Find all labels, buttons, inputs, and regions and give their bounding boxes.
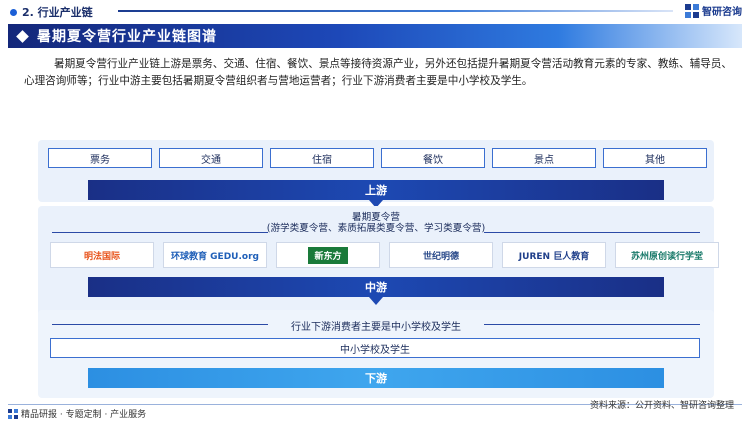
header-divider <box>118 10 673 12</box>
banner-title: 暑期夏令营行业产业链图谱 <box>37 29 217 45</box>
company-logo-mingde: 世纪明德 <box>389 242 493 268</box>
company-logo-duxing: 苏州原创读行学堂 <box>615 242 719 268</box>
logo-text: 新东方 <box>308 246 348 264</box>
downstream-bar: 下游 <box>88 368 664 388</box>
logo-text: 苏州原创读行学堂 <box>630 251 703 262</box>
section-title: 2. 行业产业链 <box>10 4 93 20</box>
upstream-item: 餐饮 <box>381 148 485 168</box>
brand-small-icon <box>8 408 18 419</box>
upstream-item: 其他 <box>603 148 707 168</box>
footer-slogan: 精品研报 · 专题定制 · 产业服务 <box>8 407 146 420</box>
company-logo-xdf: 新东方 <box>276 242 380 268</box>
bullet-dot-icon <box>10 8 17 16</box>
company-logo-gedu: 环球教育 GEDU.org <box>163 242 267 268</box>
intro-paragraph: 暑期夏令营行业产业链上游是票务、交通、住宿、餐饮、景点等接待资源产业，另外还包括… <box>24 58 732 87</box>
source-note: 资料来源：公开资料、智研咨询整理 <box>589 401 734 411</box>
midstream-logos: 明法国际 环球教育 GEDU.org 新东方 世纪明德 JUREN 巨人教育 苏… <box>50 242 719 268</box>
upstream-item: 交通 <box>159 148 263 168</box>
midstream-heading: 暑期夏令营 (游学类夏令营、素质拓展类夏令营、学习类夏令营) <box>38 212 714 234</box>
diamond-icon <box>16 29 29 43</box>
upstream-items: 票务 交通 住宿 餐饮 景点 其他 <box>48 148 707 168</box>
brand-logo-icon <box>685 3 699 18</box>
upstream-item: 住宿 <box>270 148 374 168</box>
upstream-item: 景点 <box>492 148 596 168</box>
top-bar: 2. 行业产业链 智研咨询 <box>0 0 750 22</box>
title-banner: 暑期夏令营行业产业链图谱 <box>8 24 742 48</box>
logo-text: 环球教育 GEDU.org <box>171 251 259 262</box>
logo-text: JUREN 巨人教育 <box>518 251 590 262</box>
industry-chain-diagram: 票务 交通 住宿 餐饮 景点 其他 上游 暑期夏令营 (游学类夏令营、素质拓展类… <box>38 140 719 398</box>
downstream-heading: 行业下游消费者主要是中小学校及学生 <box>291 322 461 333</box>
midstream-bar: 中游 <box>88 277 664 297</box>
company-logo-mingfa: 明法国际 <box>50 242 154 268</box>
section-title-text: 2. 行业产业链 <box>22 6 93 19</box>
logo-text: 世纪明德 <box>422 251 459 262</box>
brand: 智研咨询 <box>685 3 742 18</box>
company-logo-juren: JUREN 巨人教育 <box>502 242 606 268</box>
divider-line <box>52 232 268 233</box>
divider-line <box>484 232 700 233</box>
downstream-box: 中小学校及学生 <box>50 338 700 358</box>
brand-name: 智研咨询 <box>702 7 742 18</box>
midstream-heading-line1: 暑期夏令营 <box>352 212 400 223</box>
arrow-down-icon <box>369 297 383 305</box>
footer-slogan-text: 精品研报 · 专题定制 · 产业服务 <box>21 410 147 420</box>
upstream-bar: 上游 <box>88 180 664 200</box>
upstream-item: 票务 <box>48 148 152 168</box>
logo-text: 明法国际 <box>83 251 120 262</box>
